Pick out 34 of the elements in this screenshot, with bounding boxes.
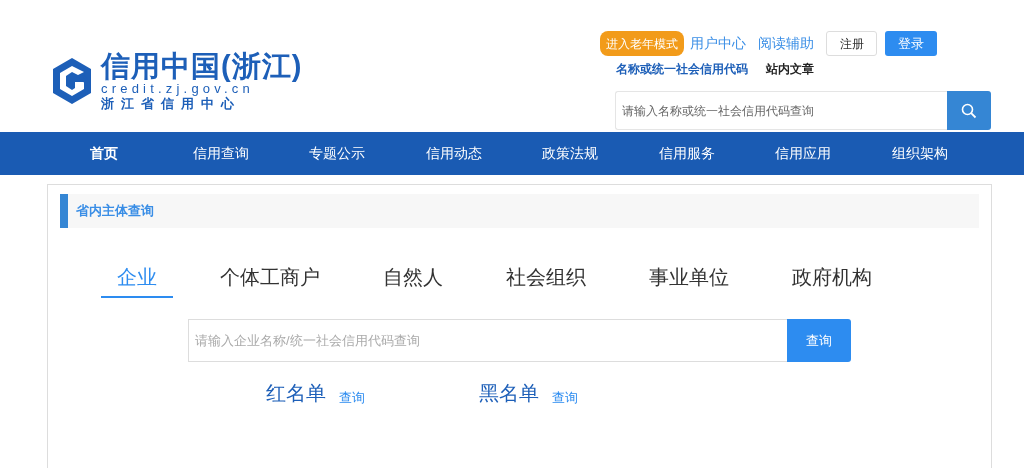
entity-tab[interactable]: 政府机构	[776, 262, 888, 298]
entity-tab[interactable]: 个体工商户	[204, 262, 336, 298]
nav-item[interactable]: 信用查询	[162, 132, 279, 175]
header-link[interactable]: 阅读辅助	[758, 33, 814, 54]
site-title: 信用中国(浙江)	[101, 50, 303, 82]
list-title: 黑名单	[479, 381, 539, 406]
login-button[interactable]: 登录	[885, 31, 937, 56]
search-button[interactable]	[947, 91, 991, 130]
nav-item[interactable]: 组织架构	[861, 132, 978, 175]
accent-bar	[60, 194, 68, 228]
list-query-link[interactable]: 查询	[552, 387, 578, 408]
entity-tab[interactable]: 社会组织	[490, 262, 602, 298]
entity-tab[interactable]: 自然人	[367, 262, 459, 298]
list-title: 红名单	[266, 381, 326, 406]
nav-item[interactable]: 信用应用	[745, 132, 862, 175]
query-button[interactable]: 查询	[787, 319, 851, 362]
site-domain: credit.zj.gov.cn	[101, 82, 254, 96]
site-subtitle: 浙江省信用中心	[101, 96, 241, 111]
entity-tab[interactable]: 企业	[101, 262, 173, 298]
nav-item[interactable]: 专题公示	[279, 132, 396, 175]
entity-tab[interactable]: 事业单位	[633, 262, 745, 298]
header-link[interactable]: 用户中心	[690, 33, 746, 54]
nav-item[interactable]: 首页	[46, 132, 163, 175]
search-type-tab[interactable]: 名称或统一社会信用代码	[616, 60, 748, 78]
nav-item[interactable]: 信用动态	[395, 132, 512, 175]
panel-title: 省内主体查询	[76, 202, 154, 221]
nav-item[interactable]: 信用服务	[628, 132, 745, 175]
search-type-tab[interactable]: 站内文章	[766, 60, 814, 78]
register-button[interactable]: 注册	[826, 31, 877, 56]
list-query-link[interactable]: 查询	[339, 387, 365, 408]
search-icon	[961, 102, 977, 119]
logo-icon	[51, 55, 93, 106]
nav-item[interactable]: 政策法规	[512, 132, 629, 175]
site-search-field[interactable]: 请输入名称或统一社会信用代码查询	[615, 91, 947, 130]
